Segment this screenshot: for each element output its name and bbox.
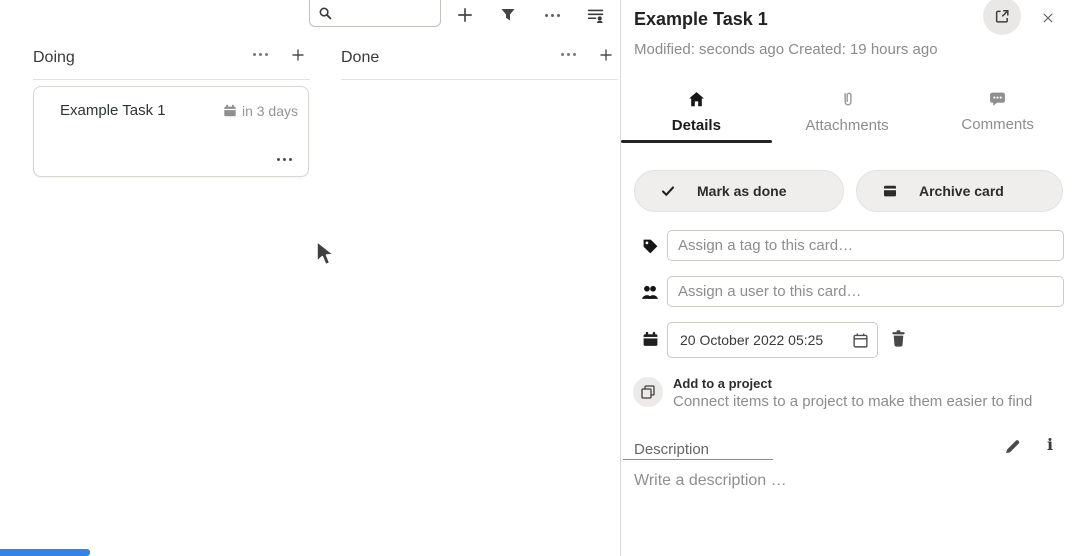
popout-button[interactable] [983,0,1021,35]
calendar-icon [641,330,659,348]
card-title: Example Task 1 [60,102,166,119]
comment-icon [989,91,1006,107]
add-to-project-row[interactable]: Add to a project Connect items to a proj… [633,376,1063,416]
more-options-button[interactable] [538,2,566,28]
archive-card-button[interactable]: Archive card [856,170,1063,212]
column-add-card-button[interactable] [596,45,616,65]
column-menu-button[interactable] [559,51,578,58]
stacked-windows-icon [640,384,656,400]
column-header: Doing [33,40,310,76]
ellipsis-icon [253,53,268,56]
view-switch-button[interactable] [581,2,609,28]
plus-icon [456,6,474,24]
edit-description-button[interactable] [1002,436,1023,457]
project-badge [633,377,663,407]
mark-as-done-label: Mark as done [697,183,786,199]
board-area: Doing Example Task 1 in 3 days [0,0,620,556]
search-text-field[interactable] [333,3,440,21]
tab-comments[interactable]: Comments [922,84,1073,143]
detail-tabs: Details Attachments Comments [621,84,1073,143]
mark-as-done-button[interactable]: Mark as done [634,170,844,212]
description-placeholder[interactable]: Write a description … [634,472,787,490]
assign-user-input[interactable] [667,276,1064,307]
trash-icon [889,329,908,348]
card-menu-button[interactable] [275,156,294,163]
tab-label: Details [672,117,721,134]
filter-icon [500,7,516,23]
plus-icon [290,47,306,63]
panel-title: Example Task 1 [634,9,768,30]
description-label: Description [634,441,709,458]
plus-icon [598,47,614,63]
column-divider [33,79,310,80]
column-done: Done [341,40,618,76]
search-input[interactable] [309,0,441,27]
description-divider [623,459,773,460]
card-due-label: in 3 days [242,103,298,119]
calendar-outline-icon [852,332,869,349]
mouse-cursor [314,240,335,268]
info-button[interactable]: i [1040,434,1060,454]
calendar-icon [223,104,237,118]
column-menu-button[interactable] [251,51,270,58]
column-add-card-button[interactable] [288,45,308,65]
kanban-app-window: Doing Example Task 1 in 3 days [0,0,1073,556]
check-icon [660,183,676,199]
column-doing: Doing Example Task 1 in 3 days [33,40,310,76]
column-title: Done [341,49,379,67]
filter-button[interactable] [494,2,522,28]
panel-meta: Modified: seconds ago Created: 19 hours … [634,41,938,58]
column-title: Doing [33,49,75,67]
paperclip-icon [840,91,855,108]
archive-icon [882,183,898,199]
list-person-icon [587,7,604,24]
search-icon [318,6,333,21]
tab-label: Attachments [805,117,888,134]
due-date-input[interactable] [678,331,852,349]
add-to-project-subtitle: Connect items to a project to make them … [673,393,1032,410]
ellipsis-icon [277,158,292,161]
home-icon [688,91,705,108]
info-icon: i [1047,435,1053,454]
open-calendar-button[interactable] [852,332,869,349]
add-to-project-title: Add to a project [673,376,772,391]
users-icon [641,283,659,301]
close-panel-button[interactable] [1037,7,1059,29]
tag-icon [641,237,659,255]
ellipsis-icon [545,14,560,17]
tab-attachments[interactable]: Attachments [772,84,923,143]
column-divider [341,79,618,80]
pencil-icon [1004,438,1021,455]
tab-details[interactable]: Details [621,84,772,143]
card-due-badge: in 3 days [223,103,298,119]
close-icon [1043,10,1053,26]
tab-label: Comments [961,116,1034,133]
due-date-field[interactable] [667,322,878,358]
column-header: Done [341,40,618,76]
task-card[interactable]: Example Task 1 in 3 days [33,86,309,177]
archive-card-label: Archive card [919,183,1004,199]
assign-tag-input[interactable] [667,230,1064,261]
ellipsis-icon [561,53,576,56]
horizontal-scrollbar[interactable] [0,549,90,556]
card-detail-panel: Example Task 1 Modified: seconds ago Cre… [620,0,1073,556]
remove-due-date-button[interactable] [889,329,908,348]
add-card-button[interactable] [451,2,479,28]
external-link-icon [994,8,1011,25]
